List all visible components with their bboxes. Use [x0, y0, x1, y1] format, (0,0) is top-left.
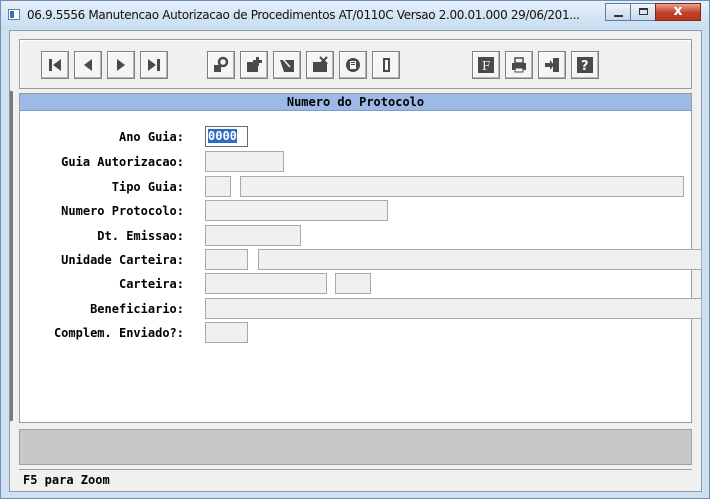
complem-enviado-label: Complem. Enviado?: [53, 326, 184, 340]
dt-emissao-label: Dt. Emissao: [97, 229, 184, 243]
exit-button[interactable] [538, 51, 566, 79]
minimize-button[interactable] [605, 3, 631, 21]
edit-record-button[interactable] [273, 51, 301, 79]
next-record-icon [117, 59, 125, 71]
window-title: 06.9.5556 Manutencao Autorizacao de Proc… [27, 8, 580, 22]
print-button[interactable] [505, 51, 533, 79]
numero-protocolo-field[interactable] [205, 200, 388, 221]
lower-band [19, 429, 692, 465]
previous-record-icon [84, 59, 92, 71]
help-button[interactable]: ? [571, 51, 599, 79]
edit-record-icon [280, 57, 294, 72]
window-icon[interactable] [8, 9, 20, 20]
ano-guia-field[interactable]: 0000 [205, 126, 248, 147]
add-record-button[interactable] [240, 51, 268, 79]
exit-arrow-icon [545, 58, 559, 72]
add-record-icon [247, 57, 262, 72]
last-record-icon [148, 59, 160, 71]
printer-icon [512, 57, 526, 73]
unidade-carteira-label: Unidade Carteira: [61, 253, 184, 267]
copy-record-button[interactable] [339, 51, 367, 79]
client-area: F ? Numero do Protocolo Ano Guia: 0000 G… [9, 30, 702, 492]
copy-record-icon [346, 58, 360, 72]
carteira-field[interactable] [205, 273, 327, 294]
beneficiario-field[interactable] [205, 298, 702, 319]
title-bar[interactable]: 06.9.5556 Manutencao Autorizacao de Proc… [1, 1, 709, 29]
previous-record-button[interactable] [74, 51, 102, 79]
guia-autorizacao-label: Guia Autorizacao: [61, 155, 184, 169]
search-button[interactable] [207, 51, 235, 79]
left-edge-strip [10, 91, 13, 421]
door-icon [383, 58, 390, 72]
toolbar: F ? [19, 39, 692, 89]
font-f-icon: F [478, 57, 494, 73]
carteira-label: Carteira: [118, 277, 184, 291]
font-button[interactable]: F [472, 51, 500, 79]
caption-buttons [605, 3, 701, 22]
maximize-button[interactable] [630, 3, 656, 21]
unidade-carteira-code-field[interactable] [205, 249, 248, 270]
delete-record-button[interactable] [306, 51, 334, 79]
complem-enviado-field[interactable] [205, 322, 248, 343]
numero-protocolo-label: Numero Protocolo: [61, 204, 184, 218]
search-icon [214, 56, 229, 72]
ano-guia-label: Ano Guia: [118, 130, 184, 144]
protocol-panel: Numero do Protocolo Ano Guia: 0000 Guia … [19, 93, 702, 423]
unidade-carteira-description-field[interactable] [258, 249, 702, 270]
close-button[interactable] [655, 3, 701, 21]
application-window: 06.9.5556 Manutencao Autorizacao de Proc… [0, 0, 710, 499]
panel-title: Numero do Protocolo [20, 94, 691, 111]
first-record-icon [49, 59, 61, 71]
ano-guia-value: 0000 [208, 129, 237, 143]
status-bar: F5 para Zoom [19, 469, 692, 490]
help-icon: ? [577, 57, 593, 74]
next-record-button[interactable] [107, 51, 135, 79]
guia-autorizacao-field[interactable] [205, 151, 284, 172]
exit-door-button[interactable] [372, 51, 400, 79]
dt-emissao-field[interactable] [205, 225, 301, 246]
svg-text:F: F [482, 59, 490, 73]
last-record-button[interactable] [140, 51, 168, 79]
carteira-digit-field[interactable] [335, 273, 371, 294]
first-record-button[interactable] [41, 51, 69, 79]
tipo-guia-label: Tipo Guia: [111, 180, 184, 194]
tipo-guia-description-field[interactable] [240, 176, 684, 197]
delete-record-icon [313, 56, 328, 72]
svg-text:?: ? [581, 59, 589, 74]
beneficiario-label: Beneficiario: [90, 302, 184, 316]
tipo-guia-code-field[interactable] [205, 176, 231, 197]
